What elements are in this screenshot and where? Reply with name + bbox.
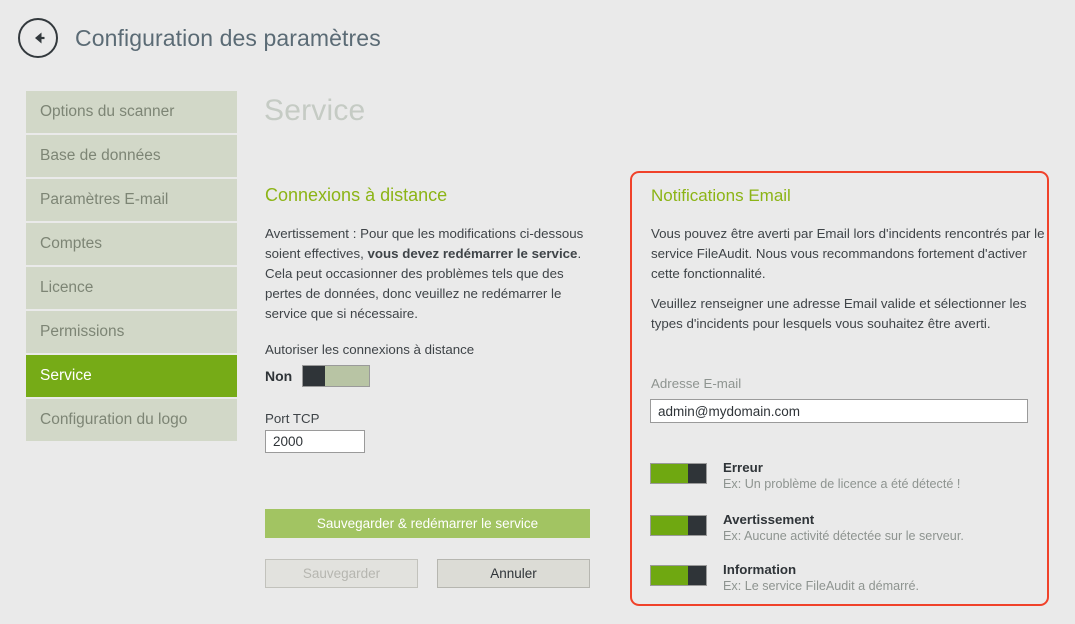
sidebar-item-label: Options du scanner	[40, 103, 174, 121]
notification-item-information: Information Ex: Le service FileAudit a d…	[650, 562, 919, 595]
sidebar-item-label: Service	[40, 367, 92, 385]
page-header: Configuration des paramètres	[0, 0, 1075, 76]
sidebar-item-label: Comptes	[40, 235, 102, 253]
toggle-knob	[688, 516, 706, 535]
notification-item-erreur: Erreur Ex: Un problème de licence a été …	[650, 460, 960, 493]
cancel-button[interactable]: Annuler	[437, 559, 590, 588]
sidebar-item-label: Permissions	[40, 323, 124, 341]
email-notifications-heading: Notifications Email	[651, 186, 791, 206]
port-tcp-label: Port TCP	[265, 411, 319, 426]
remote-connections-heading: Connexions à distance	[265, 185, 447, 206]
notification-texts: Information Ex: Le service FileAudit a d…	[723, 562, 919, 595]
notification-name: Avertissement	[723, 512, 964, 528]
sidebar-item-label: Base de données	[40, 147, 161, 165]
toggle-knob	[688, 464, 706, 483]
notification-toggle-avertissement[interactable]	[650, 515, 707, 536]
email-notifications-paragraph-2: Veuillez renseigner une adresse Email va…	[651, 294, 1054, 334]
sidebar-item-label: Licence	[40, 279, 93, 297]
section-page-heading: Service	[264, 94, 365, 128]
allow-remote-toggle[interactable]	[302, 365, 370, 387]
notification-toggle-information[interactable]	[650, 565, 707, 586]
notification-name: Information	[723, 562, 919, 578]
toggle-knob	[303, 366, 325, 386]
settings-sidebar: Options du scanner Base de données Param…	[26, 91, 237, 443]
notification-example: Ex: Le service FileAudit a démarré.	[723, 578, 919, 595]
restart-warning-text: Avertissement : Pour que les modificatio…	[265, 224, 601, 324]
sidebar-item-configuration-du-logo[interactable]: Configuration du logo	[26, 399, 237, 441]
warning-bold: vous devez redémarrer le service	[368, 246, 578, 261]
allow-remote-state: Non	[265, 368, 292, 384]
toggle-track	[651, 516, 688, 535]
notification-example: Ex: Un problème de licence a été détecté…	[723, 476, 960, 493]
save-button[interactable]: Sauvegarder	[265, 559, 418, 588]
sidebar-item-label: Paramètres E-mail	[40, 191, 168, 209]
notification-texts: Avertissement Ex: Aucune activité détect…	[723, 512, 964, 545]
notification-example: Ex: Aucune activité détectée sur le serv…	[723, 528, 964, 545]
notification-name: Erreur	[723, 460, 960, 476]
notification-toggle-erreur[interactable]	[650, 463, 707, 484]
toggle-track	[325, 366, 369, 386]
sidebar-item-service[interactable]: Service	[26, 355, 237, 397]
sidebar-item-permissions[interactable]: Permissions	[26, 311, 237, 353]
save-and-restart-button[interactable]: Sauvegarder & redémarrer le service	[265, 509, 590, 538]
page-title: Configuration des paramètres	[75, 25, 381, 52]
allow-remote-toggle-row: Non	[265, 365, 370, 387]
sidebar-item-options-du-scanner[interactable]: Options du scanner	[26, 91, 237, 133]
allow-remote-label: Autoriser les connexions à distance	[265, 342, 474, 357]
notification-texts: Erreur Ex: Un problème de licence a été …	[723, 460, 960, 493]
toggle-knob	[688, 566, 706, 585]
port-tcp-input[interactable]	[265, 430, 365, 453]
notification-item-avertissement: Avertissement Ex: Aucune activité détect…	[650, 512, 964, 545]
email-notifications-paragraph-1: Vous pouvez être averti par Email lors d…	[651, 224, 1054, 284]
toggle-track	[651, 464, 688, 483]
sidebar-item-comptes[interactable]: Comptes	[26, 223, 237, 265]
email-address-label: Adresse E-mail	[651, 376, 741, 391]
email-address-input[interactable]	[650, 399, 1028, 423]
sidebar-item-parametres-email[interactable]: Paramètres E-mail	[26, 179, 237, 221]
sidebar-item-label: Configuration du logo	[40, 411, 187, 429]
back-arrow-icon[interactable]	[18, 18, 58, 58]
sidebar-item-base-de-donnees[interactable]: Base de données	[26, 135, 237, 177]
toggle-track	[651, 566, 688, 585]
sidebar-item-licence[interactable]: Licence	[26, 267, 237, 309]
